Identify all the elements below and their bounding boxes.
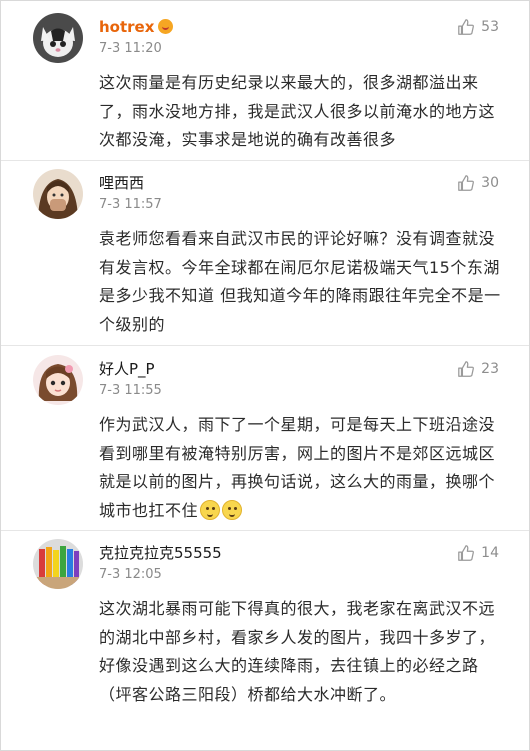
like-count: 23: [481, 361, 499, 377]
like-button[interactable]: 53: [457, 18, 499, 36]
thumbs-up-icon: [457, 174, 475, 192]
like-count: 30: [481, 175, 499, 191]
thinking-face-emoji-icon: [222, 499, 243, 520]
avatar[interactable]: [33, 169, 83, 219]
username[interactable]: 哩西西: [99, 173, 144, 193]
avatar[interactable]: [33, 355, 83, 405]
like-count: 14: [481, 545, 499, 561]
avatar[interactable]: [33, 539, 83, 589]
like-count: 53: [481, 19, 499, 35]
avatar[interactable]: [33, 13, 83, 63]
divider: [1, 345, 529, 346]
thumbs-up-icon: [457, 544, 475, 562]
comment-text: 这次雨量是有历史纪录以来最大的，很多湖都溢出来了，雨水没地方排，我是武汉人很多以…: [99, 73, 496, 149]
divider: [1, 530, 529, 531]
comment-text-body: 作为武汉人，雨下了一个星期，可是每天上下班沿途没看到哪里有被淹特别厉害，网上的图…: [99, 415, 496, 520]
comment-text: 袁老师您看看来自武汉市民的评论好嘛？没有调查就没有发言权。今年全球都在闹厄尔尼诺…: [99, 229, 501, 334]
like-button[interactable]: 23: [457, 360, 499, 378]
thumbs-up-icon: [457, 18, 475, 36]
like-button[interactable]: 30: [457, 174, 499, 192]
comment-time: 7-3 11:20: [99, 41, 162, 56]
username[interactable]: hotrex: [99, 17, 154, 37]
thumbs-up-icon: [457, 360, 475, 378]
comment-text: 作为武汉人，雨下了一个星期，可是每天上下班沿途没看到哪里有被淹特别厉害，网上的图…: [99, 411, 507, 525]
comment-text: 这次湖北暴雨可能下得真的很大，我老家在离武汉不远的湖北中部乡村，看家乡人发的图片…: [99, 599, 496, 704]
comment-list: hotrex 7-3 11:20 53 这次雨量是有历史纪录以来最大的，很多湖都…: [0, 0, 530, 751]
divider: [1, 160, 529, 161]
like-button[interactable]: 14: [457, 544, 499, 562]
thinking-face-emoji-icon: [200, 499, 221, 520]
vip-emoji-icon: [158, 19, 174, 34]
comment-time: 7-3 11:57: [99, 197, 162, 212]
comment-time: 7-3 12:05: [99, 567, 162, 582]
username[interactable]: 克拉克拉克55555: [99, 543, 222, 563]
username[interactable]: 好人P_P: [99, 359, 155, 379]
comment-time: 7-3 11:55: [99, 383, 162, 398]
